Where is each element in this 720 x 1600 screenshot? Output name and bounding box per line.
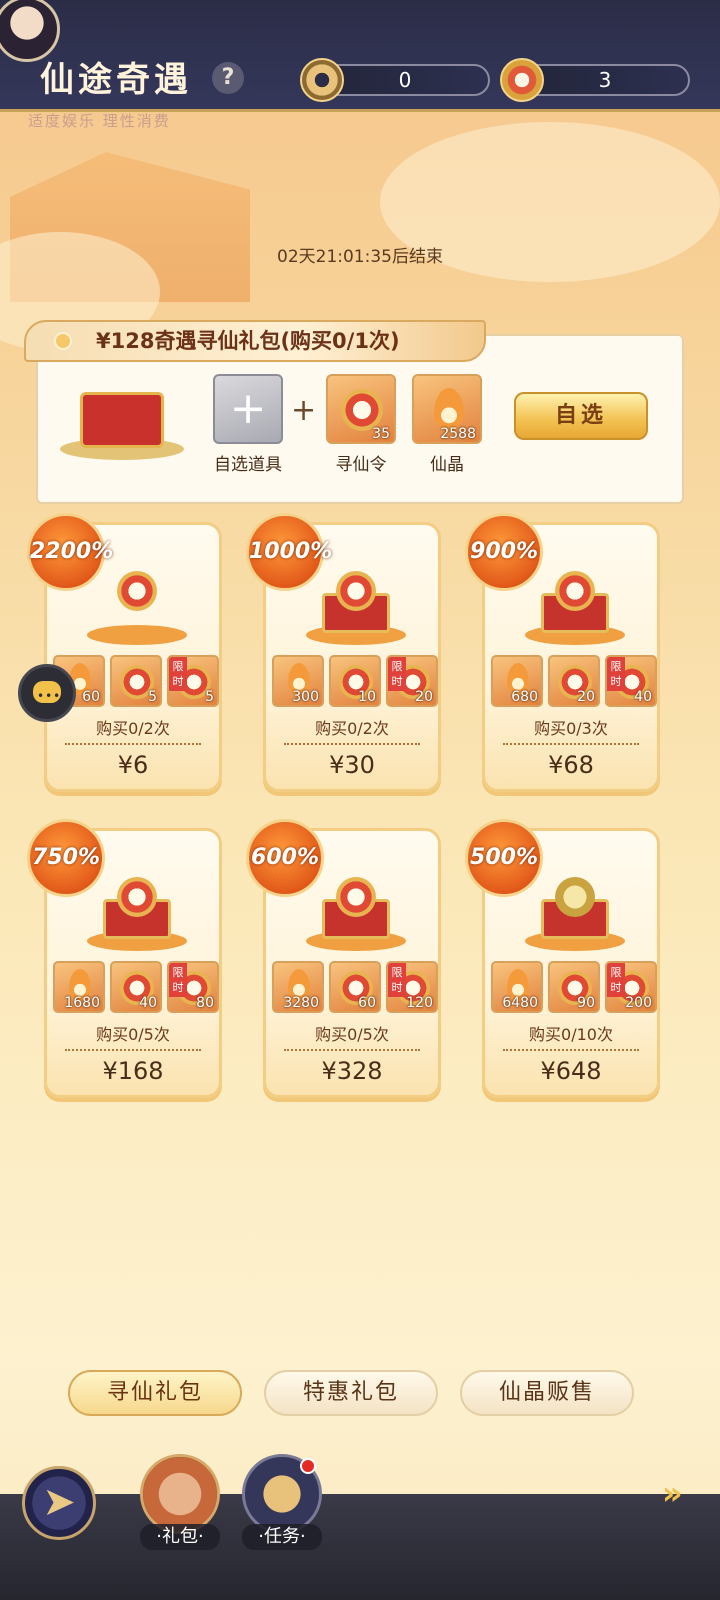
purchase-count: 购买0/5次	[96, 1025, 170, 1044]
plus-icon: +	[229, 383, 267, 434]
choose-button[interactable]: 自选	[514, 392, 648, 440]
title-ornament-icon	[54, 332, 72, 350]
tab-seek-pack[interactable]: 寻仙礼包	[68, 1370, 242, 1416]
seek-order-item[interactable]: 90	[548, 961, 600, 1013]
divider	[65, 743, 201, 745]
purchase-count: 购买0/3次	[534, 719, 608, 738]
limited-tag: 限时	[169, 963, 187, 997]
divider	[65, 1049, 201, 1051]
nav-gift-icon[interactable]	[140, 1454, 220, 1534]
banner-art	[0, 112, 720, 352]
limited-tag: 限时	[388, 963, 406, 997]
crystal-item[interactable]: 1680	[53, 961, 105, 1013]
crystal-item[interactable]: 300	[272, 655, 324, 707]
divider	[503, 743, 639, 745]
currency-seek-order-value: 3	[598, 68, 612, 92]
divider	[503, 1049, 639, 1051]
limited-item[interactable]: 限时 20	[386, 655, 438, 707]
limited-tag: 限时	[169, 657, 187, 691]
purchase-count: 购买0/2次	[96, 719, 170, 738]
limited-item[interactable]: 限时 40	[605, 655, 657, 707]
bottom-nav-bar	[0, 1494, 720, 1600]
crystal-item[interactable]: 2588	[412, 374, 482, 444]
seek-order-item[interactable]: 20	[548, 655, 600, 707]
nav-gift-label: ·礼包·	[140, 1524, 220, 1550]
limited-tag: 限时	[607, 963, 625, 997]
tab-special-pack[interactable]: 特惠礼包	[264, 1370, 438, 1416]
double-chevron-right-icon[interactable]: »	[662, 1474, 683, 1512]
limited-tag: 限时	[607, 657, 625, 691]
purchase-count: 购买0/10次	[529, 1025, 613, 1044]
limited-tag: 限时	[388, 657, 406, 691]
pack-image	[525, 873, 625, 951]
crystal-item[interactable]: 3280	[272, 961, 324, 1013]
token-icon	[300, 58, 344, 102]
seek-order-item[interactable]: 40	[110, 961, 162, 1013]
special-pack-chest-image	[60, 372, 184, 462]
help-icon[interactable]: ?	[212, 62, 244, 94]
chat-bubble-icon[interactable]: •••	[18, 664, 76, 722]
tab-crystal-sale[interactable]: 仙晶贩售	[460, 1370, 634, 1416]
pack-card[interactable]: 750% 1680 40 限时 80 购买0/5次 ¥168	[27, 819, 222, 1098]
seek-order-icon	[341, 389, 383, 431]
price-label: ¥648	[540, 1057, 602, 1085]
page-title: 仙途奇遇	[40, 60, 192, 100]
seek-order-icon	[500, 58, 544, 102]
limited-item[interactable]: 限时 5	[167, 655, 219, 707]
price-label: ¥30	[329, 751, 375, 779]
limited-item[interactable]: 限时 80	[167, 961, 219, 1013]
custom-item-label: 自选道具	[214, 455, 282, 475]
event-timer: 02天21:01:35后结束	[277, 247, 443, 267]
custom-item-slot[interactable]: +	[213, 374, 283, 444]
top-bar: 仙途奇遇 ? 0 3	[0, 0, 720, 112]
seek-order-item[interactable]: 5	[110, 655, 162, 707]
special-pack-title: ¥128奇遇寻仙礼包(购买0/1次)	[24, 320, 486, 362]
pack-card[interactable]: 600% 3280 60 限时 120 购买0/5次 ¥328	[246, 819, 441, 1098]
limited-item[interactable]: 限时 200	[605, 961, 657, 1013]
price-label: ¥68	[548, 751, 594, 779]
price-label: ¥6	[117, 751, 149, 779]
pack-image	[87, 873, 187, 951]
pack-image	[525, 567, 625, 645]
nav-task-label: ·任务·	[242, 1524, 322, 1550]
crystal-item[interactable]: 6480	[491, 961, 543, 1013]
pack-card[interactable]: 900% 680 20 限时 40 购买0/3次 ¥68	[465, 513, 660, 792]
divider	[284, 743, 420, 745]
pack-image	[306, 873, 406, 951]
pack-image	[87, 567, 187, 645]
seek-order-item[interactable]: 10	[329, 655, 381, 707]
purchase-count: 购买0/2次	[315, 719, 389, 738]
pack-image	[306, 567, 406, 645]
health-notice: 适度娱乐 理性消费	[28, 112, 171, 130]
back-arrow-icon[interactable]: ➤	[22, 1466, 96, 1540]
pack-card[interactable]: 1000% 300 10 限时 20 购买0/2次 ¥30	[246, 513, 441, 792]
currency-seek-order-display[interactable]: 3	[500, 58, 690, 102]
seek-order-item[interactable]: 60	[329, 961, 381, 1013]
crystal-item[interactable]: 680	[491, 655, 543, 707]
divider	[284, 1049, 420, 1051]
currency-token-value: 0	[398, 68, 412, 92]
limited-item[interactable]: 限时 120	[386, 961, 438, 1013]
currency-token-display[interactable]: 0	[300, 58, 490, 102]
price-label: ¥168	[102, 1057, 164, 1085]
seek-order-label: 寻仙令	[335, 455, 387, 475]
pack-card[interactable]: 500% 6480 90 限时 200 购买0/10次 ¥648	[465, 819, 660, 1098]
price-label: ¥328	[321, 1057, 383, 1085]
seek-order-item[interactable]: 35	[326, 374, 396, 444]
pack-card[interactable]: 2200% 60 5 限时 5 购买0/2次 ¥6	[27, 513, 222, 792]
purchase-count: 购买0/5次	[315, 1025, 389, 1044]
crystal-label: 仙晶	[430, 455, 464, 475]
notification-dot	[300, 1458, 316, 1474]
crystal-icon	[434, 388, 464, 430]
plus-operator: +	[291, 393, 317, 428]
